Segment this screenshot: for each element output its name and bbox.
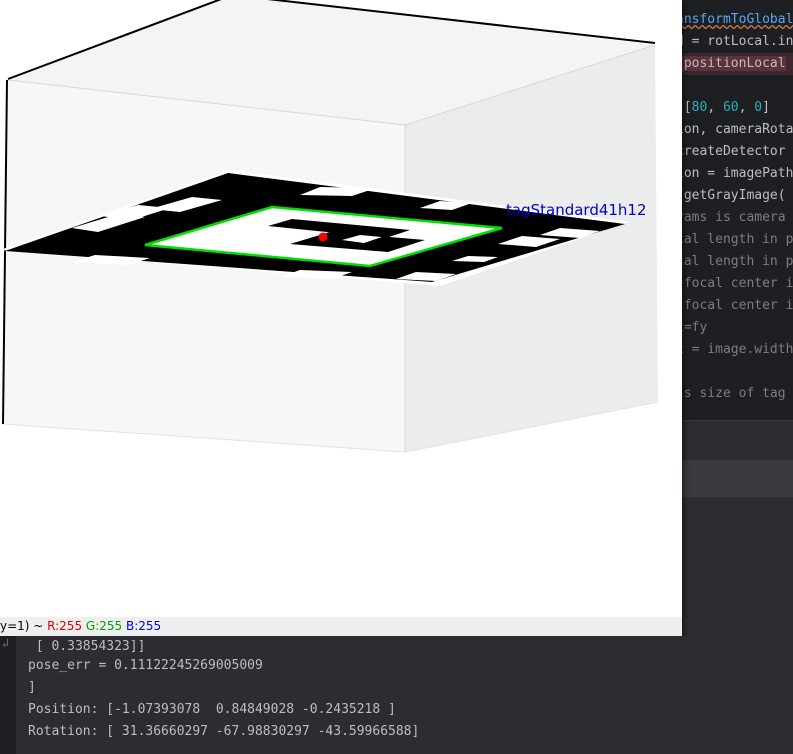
code-comment: cal length in p (676, 232, 793, 247)
green-channel-value: G:255 (85, 619, 123, 633)
code-comment: is size of tag (676, 386, 786, 401)
code-number: 0 (754, 100, 763, 115)
code-comment: focal center i (676, 298, 793, 313)
code-line-7: createDetector (676, 141, 786, 163)
code-comment: rams is camera (676, 210, 786, 225)
code-line-5: [80, 60, 0] (676, 97, 770, 119)
code-text: createDetector (676, 144, 786, 159)
code-text: ansformToGlobal (676, 12, 793, 27)
code-editor[interactable]: ansformToGlobal d = rotLocal.in (positio… (676, 0, 793, 420)
code-comment: x = image.width (676, 342, 793, 357)
tag-family-label: tagStandard41h12 (506, 201, 647, 219)
code-line-2: d = rotLocal.in (676, 31, 793, 53)
code-line-14: focal center i (676, 295, 793, 317)
run-console[interactable]: ↲ [ 0.33854323]] pose_err = 0.1112224526… (0, 636, 793, 754)
cursor-coords: y=1) ~ (0, 619, 48, 633)
code-line-16: x = image.width (676, 339, 793, 361)
code-line-1: ansformToGlobal (676, 9, 793, 31)
code-text: ion, cameraRota (676, 122, 793, 137)
code-text: , (707, 100, 723, 115)
console-output-line: Rotation: [ 31.36660297 -67.98830297 -43… (28, 724, 420, 739)
code-text: getGrayImage( (676, 188, 786, 203)
console-output-line: ] (28, 680, 36, 695)
code-text: ion = imagePath (676, 166, 793, 181)
code-text: , (738, 100, 755, 115)
red-channel-value: R:255 (47, 619, 83, 633)
code-line-9: getGrayImage( (676, 185, 786, 207)
code-line-11: cal length in p (676, 229, 793, 251)
code-line-10: rams is camera (676, 207, 786, 229)
code-text: ] (762, 100, 770, 115)
code-line-8: ion = imagePath (676, 163, 793, 185)
code-number: 60 (722, 100, 739, 115)
image-viewer-window[interactable]: tagStandard41h12 y=1) ~ R:255 G:255 B:25… (0, 0, 682, 636)
editor-tool-tabbar[interactable] (676, 460, 793, 496)
editor-panel-divider (676, 420, 793, 461)
rendered-scene-image[interactable]: tagStandard41h12 (0, 0, 682, 617)
code-line-12: cal length in p (676, 251, 793, 273)
editor-lower-panel (676, 496, 793, 637)
pixel-info-status-bar: y=1) ~ R:255 G:255 B:255 (0, 617, 682, 636)
blue-channel-value: B:255 (125, 619, 162, 633)
code-line-13: focal center i (676, 273, 793, 295)
code-text: (positionLocal (676, 56, 786, 71)
detection-center-dot (318, 232, 328, 242)
console-gutter: ↲ (0, 636, 16, 754)
console-output-line: Position: [-1.07393078 0.84849028 -0.243… (28, 702, 396, 717)
code-line-18: is size of tag (676, 383, 786, 405)
code-line-3: (positionLocal (676, 53, 786, 75)
code-line-6: ion, cameraRota (676, 119, 793, 141)
code-comment: focal center i (676, 276, 793, 291)
wrap-icon: ↲ (2, 636, 10, 650)
code-number: 80 (691, 100, 708, 115)
console-output-line: pose_err = 0.11122245269005009 (28, 658, 263, 673)
code-comment: cal length in p (676, 254, 793, 269)
code-text: d = rotLocal.in (676, 34, 793, 49)
